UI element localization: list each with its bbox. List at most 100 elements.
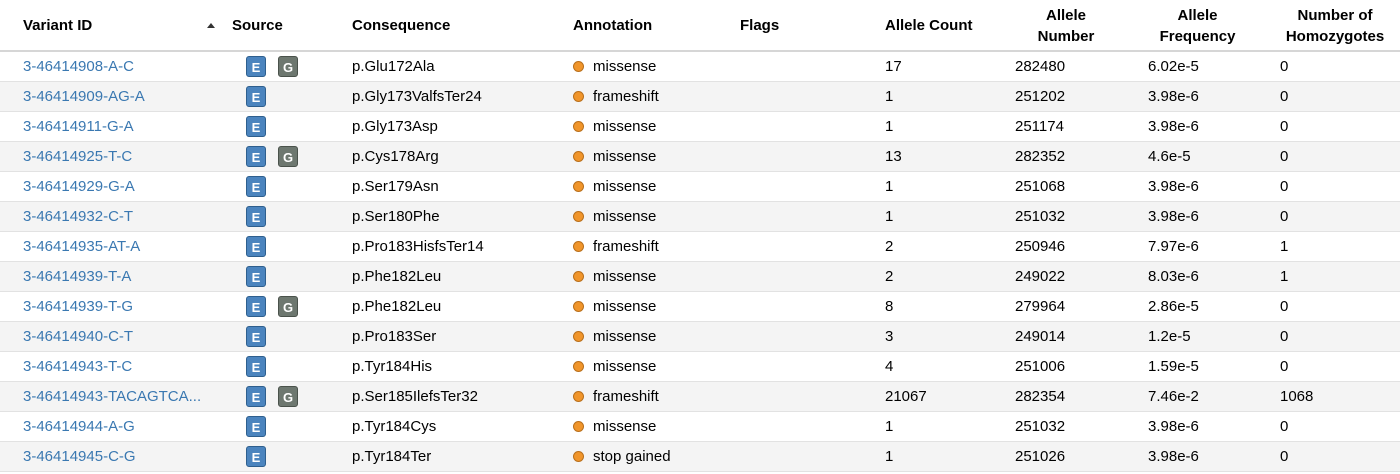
- allele-frequency-cell: 1.59e-5: [1148, 358, 1199, 375]
- exome-source-badge[interactable]: E: [246, 326, 266, 347]
- annotation-cell: missense: [573, 322, 656, 351]
- table-row: 3-46414939-T-G E Gp.Phe182Leu missense 8 2799…: [0, 292, 1400, 322]
- header-allele-frequency[interactable]: Allele Frequency: [1140, 5, 1255, 47]
- header-annotation[interactable]: Annotation: [573, 15, 652, 36]
- allele-count-cell: 17: [885, 58, 902, 75]
- header-consequence[interactable]: Consequence: [352, 15, 450, 36]
- annotation-dot-icon: [573, 451, 584, 462]
- table-row: 3-46414935-AT-A Ep.Pro183HisfsTer14 frames…: [0, 232, 1400, 262]
- genome-source-badge[interactable]: G: [278, 296, 298, 317]
- table-row: 3-46414945-C-G Ep.Tyr184Ter stop gained 1 25…: [0, 442, 1400, 472]
- header-allele-number-line2: Number: [1037, 28, 1095, 45]
- consequence-cell: p.Phe182Leu: [352, 268, 442, 285]
- header-flags[interactable]: Flags: [740, 15, 779, 36]
- allele-frequency-cell: 3.98e-6: [1148, 418, 1199, 435]
- allele-count-cell: 1: [885, 178, 894, 195]
- header-allele-frequency-line1: Allele: [1177, 7, 1218, 24]
- allele-count-cell: 1: [885, 118, 894, 135]
- exome-source-badge[interactable]: E: [246, 416, 266, 437]
- annotation-cell: missense: [573, 112, 656, 141]
- allele-frequency-cell: 6.02e-5: [1148, 58, 1199, 75]
- variant-id-link[interactable]: 3-46414911-G-A: [23, 112, 134, 141]
- header-source[interactable]: Source: [232, 15, 283, 36]
- homozygotes-cell: 0: [1280, 298, 1289, 315]
- exome-source-badge[interactable]: E: [246, 116, 266, 137]
- variant-id-link[interactable]: 3-46414943-TACAGTCA...: [23, 382, 201, 411]
- variant-id-link[interactable]: 3-46414943-T-C: [23, 352, 132, 381]
- sort-ascending-icon[interactable]: [207, 23, 215, 28]
- allele-number-cell: 251068: [1015, 178, 1066, 195]
- allele-frequency-cell: 1.2e-5: [1148, 328, 1191, 345]
- annotation-label: missense: [593, 148, 657, 165]
- variant-id-link[interactable]: 3-46414939-T-A: [23, 262, 131, 291]
- exome-source-badge[interactable]: E: [246, 206, 266, 227]
- consequence-cell: p.Glu172Ala: [352, 58, 435, 75]
- genome-source-badge[interactable]: G: [278, 386, 298, 407]
- annotation-cell: missense: [573, 172, 656, 201]
- exome-source-badge[interactable]: E: [246, 176, 266, 197]
- exome-source-badge[interactable]: E: [246, 86, 266, 107]
- exome-source-badge[interactable]: E: [246, 356, 266, 377]
- annotation-cell: missense: [573, 262, 656, 291]
- exome-source-badge[interactable]: E: [246, 56, 266, 77]
- annotation-dot-icon: [573, 91, 584, 102]
- annotation-cell: missense: [573, 292, 656, 321]
- header-allele-number[interactable]: Allele Number: [1010, 5, 1122, 47]
- variant-id-link[interactable]: 3-46414908-A-C: [23, 52, 134, 81]
- homozygotes-cell: 1: [1280, 238, 1289, 255]
- allele-count-cell: 2: [885, 268, 894, 285]
- consequence-cell: p.Phe182Leu: [352, 298, 442, 315]
- exome-source-badge[interactable]: E: [246, 386, 266, 407]
- allele-frequency-cell: 3.98e-6: [1148, 118, 1199, 135]
- variant-id-link[interactable]: 3-46414939-T-G: [23, 292, 133, 321]
- header-homozygotes[interactable]: Number of Homozygotes: [1275, 5, 1395, 47]
- exome-source-badge[interactable]: E: [246, 236, 266, 257]
- genome-source-badge[interactable]: G: [278, 56, 298, 77]
- allele-number-cell: 249014: [1015, 328, 1066, 345]
- allele-frequency-cell: 2.86e-5: [1148, 298, 1199, 315]
- variant-id-link[interactable]: 3-46414940-C-T: [23, 322, 133, 351]
- allele-count-cell: 1: [885, 418, 894, 435]
- variant-id-link[interactable]: 3-46414932-C-T: [23, 202, 133, 231]
- consequence-cell: p.Ser185IlefsTer32: [352, 388, 478, 405]
- table-row: 3-46414943-T-C Ep.Tyr184His missense 4 25100…: [0, 352, 1400, 382]
- consequence-cell: p.Ser179Asn: [352, 178, 439, 195]
- annotation-cell: missense: [573, 352, 656, 381]
- annotation-label: missense: [593, 178, 657, 195]
- annotation-cell: missense: [573, 202, 656, 231]
- exome-source-badge[interactable]: E: [246, 146, 266, 167]
- annotation-cell: missense: [573, 142, 656, 171]
- consequence-cell: p.Cys178Arg: [352, 148, 439, 165]
- variant-id-link[interactable]: 3-46414944-A-G: [23, 412, 135, 441]
- variant-id-link[interactable]: 3-46414935-AT-A: [23, 232, 140, 261]
- annotation-label: missense: [593, 118, 657, 135]
- allele-number-cell: 251026: [1015, 448, 1066, 465]
- table-row: 3-46414911-G-A Ep.Gly173Asp missense 1 25117…: [0, 112, 1400, 142]
- variant-id-link[interactable]: 3-46414945-C-G: [23, 442, 136, 471]
- annotation-label: frameshift: [593, 238, 659, 255]
- homozygotes-cell: 0: [1280, 328, 1289, 345]
- variant-id-link[interactable]: 3-46414929-G-A: [23, 172, 135, 201]
- allele-frequency-cell: 7.97e-6: [1148, 238, 1199, 255]
- allele-frequency-cell: 3.98e-6: [1148, 88, 1199, 105]
- header-homozygotes-line2: Homozygotes: [1285, 28, 1385, 45]
- header-allele-count[interactable]: Allele Count: [885, 15, 973, 36]
- annotation-cell: stop gained: [573, 442, 671, 471]
- consequence-cell: p.Gly173Asp: [352, 118, 438, 135]
- allele-number-cell: 251174: [1015, 118, 1064, 135]
- allele-number-cell: 282352: [1015, 148, 1066, 165]
- exome-source-badge[interactable]: E: [246, 266, 266, 287]
- genome-source-badge[interactable]: G: [278, 146, 298, 167]
- exome-source-badge[interactable]: E: [246, 446, 266, 467]
- variant-id-link[interactable]: 3-46414925-T-C: [23, 142, 132, 171]
- allele-frequency-cell: 3.98e-6: [1148, 178, 1199, 195]
- table-row: 3-46414929-G-A Ep.Ser179Asn missense 1 25106…: [0, 172, 1400, 202]
- annotation-label: missense: [593, 298, 657, 315]
- allele-number-cell: 251202: [1015, 88, 1066, 105]
- annotation-label: missense: [593, 208, 657, 225]
- annotation-label: missense: [593, 358, 657, 375]
- annotation-label: missense: [593, 268, 657, 285]
- exome-source-badge[interactable]: E: [246, 296, 266, 317]
- header-variant-id[interactable]: Variant ID: [23, 15, 92, 36]
- variant-id-link[interactable]: 3-46414909-AG-A: [23, 82, 145, 111]
